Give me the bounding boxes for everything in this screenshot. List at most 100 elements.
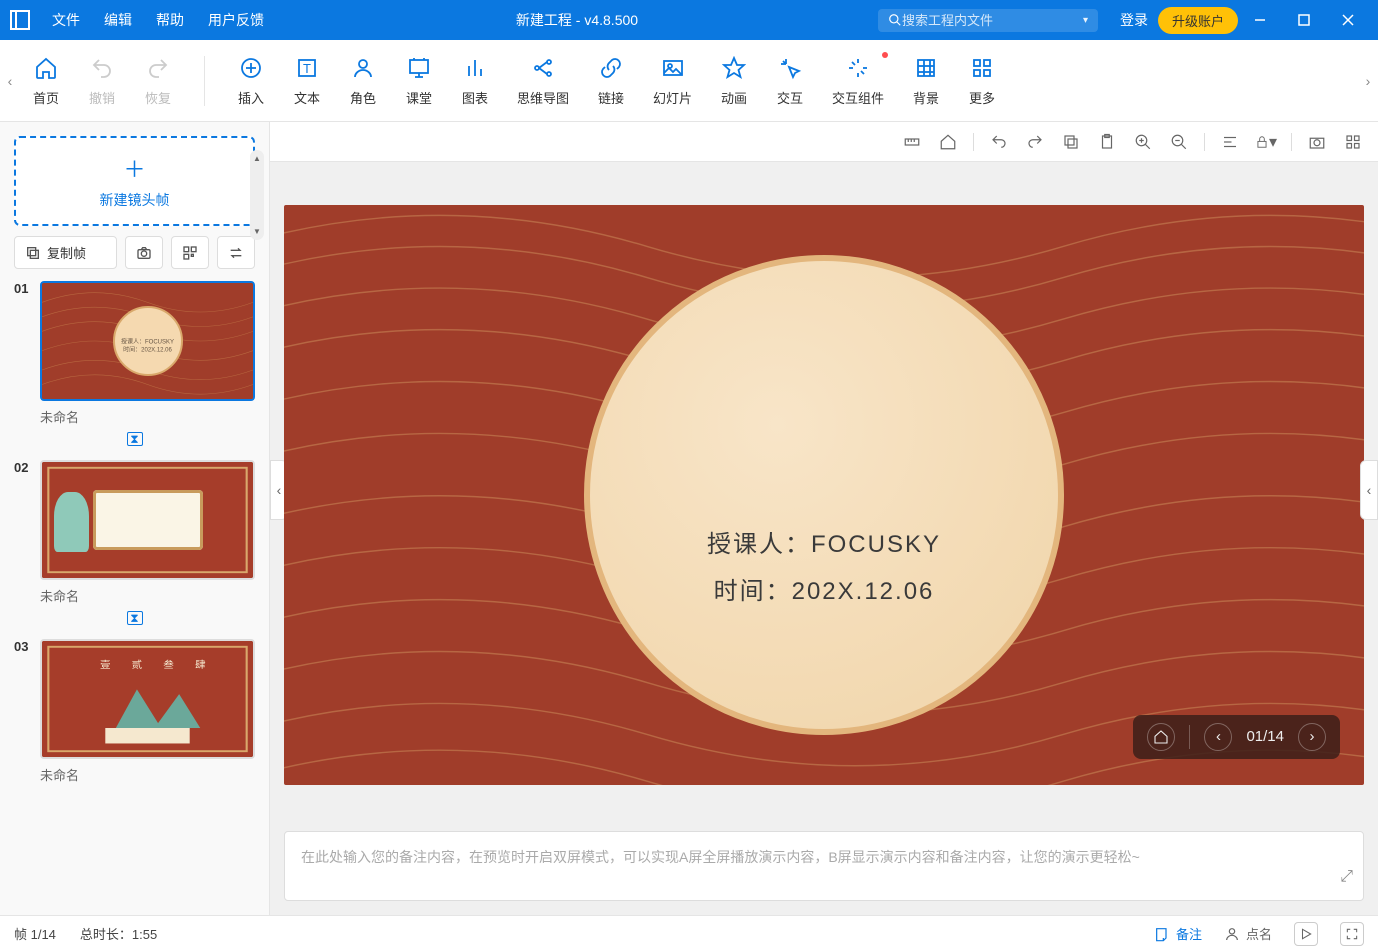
swap-icon bbox=[228, 245, 244, 261]
zoom-in-icon[interactable] bbox=[1132, 131, 1154, 153]
slide-thumbnail[interactable] bbox=[40, 460, 255, 580]
statusbar: 帧 1/14 总时长：1:55 备注 点名 bbox=[0, 915, 1378, 951]
paste-tool-icon[interactable] bbox=[1096, 131, 1118, 153]
tool-chart[interactable]: 图表 bbox=[461, 54, 489, 107]
slide-circle-content: 授课人：FOCUSKY 时间：202X.12.06 bbox=[584, 255, 1064, 735]
slide-label: 未命名 bbox=[40, 759, 255, 790]
ruler-icon[interactable] bbox=[901, 131, 923, 153]
slide-text-date: 时间：202X.12.06 bbox=[714, 571, 935, 606]
swap-button[interactable] bbox=[217, 236, 255, 269]
menu-file[interactable]: 文件 bbox=[40, 10, 92, 30]
copy-tool-icon[interactable] bbox=[1060, 131, 1082, 153]
tool-text[interactable]: T文本 bbox=[293, 54, 321, 107]
tool-animation[interactable]: 动画 bbox=[720, 54, 748, 107]
undo-icon bbox=[88, 54, 116, 82]
zoom-out-icon[interactable] bbox=[1168, 131, 1190, 153]
undo-tool-icon[interactable] bbox=[988, 131, 1010, 153]
canvas-slide[interactable]: 授课人：FOCUSKY 时间：202X.12.06 ‹ 01/14 › bbox=[284, 205, 1364, 785]
tool-interaction-label: 交互 bbox=[777, 88, 803, 107]
qr-icon bbox=[182, 245, 198, 261]
screenshot-icon[interactable] bbox=[1306, 131, 1328, 153]
notes-panel[interactable]: 在此处输入您的备注内容，在预览时开启双屏模式，可以实现A屏全屏播放演示内容，B屏… bbox=[284, 831, 1364, 901]
play-button[interactable] bbox=[1294, 922, 1318, 946]
nav-prev-button[interactable]: ‹ bbox=[1204, 723, 1232, 751]
tool-interaction-component[interactable]: 交互组件 bbox=[832, 54, 884, 107]
tool-home[interactable]: 首页 bbox=[32, 54, 60, 107]
window-close-button[interactable] bbox=[1326, 0, 1370, 40]
svg-text:叁: 叁 bbox=[163, 659, 174, 671]
tool-undo[interactable]: 撤销 bbox=[88, 54, 116, 107]
search-box[interactable]: ▾ bbox=[878, 9, 1098, 32]
plus-icon: ＋ bbox=[123, 152, 145, 184]
lock-icon[interactable]: ▾ bbox=[1255, 131, 1277, 153]
menu-help[interactable]: 帮助 bbox=[144, 10, 196, 30]
new-frame-button[interactable]: ＋ 新建镜头帧 bbox=[14, 136, 255, 226]
align-icon[interactable] bbox=[1219, 131, 1241, 153]
expand-right-panel[interactable]: ‹ bbox=[1360, 460, 1378, 520]
transition-icon[interactable]: ⧗ bbox=[14, 611, 255, 625]
toolbar-separator bbox=[973, 133, 974, 151]
camera-button[interactable] bbox=[125, 236, 163, 269]
tool-role[interactable]: 角色 bbox=[349, 54, 377, 107]
window-title: 新建工程 - v4.8.500 bbox=[276, 10, 878, 30]
ribbon-scroll-right[interactable]: › bbox=[1358, 40, 1378, 121]
notes-toggle-label: 备注 bbox=[1176, 924, 1202, 943]
tool-classroom[interactable]: 课堂 bbox=[405, 54, 433, 107]
sidebar-scrollbar[interactable]: ▲▼ bbox=[250, 150, 264, 240]
tool-link[interactable]: 链接 bbox=[597, 54, 625, 107]
copy-frame-button[interactable]: 复制帧 bbox=[14, 236, 117, 269]
roll-call-label: 点名 bbox=[1246, 924, 1272, 943]
canvas-viewport: ‹ bbox=[270, 162, 1378, 817]
expand-icon[interactable]: ⤢ bbox=[1340, 863, 1353, 890]
menu-edit[interactable]: 编辑 bbox=[92, 10, 144, 30]
tool-mindmap[interactable]: 思维导图 bbox=[517, 54, 569, 107]
redo-tool-icon[interactable] bbox=[1024, 131, 1046, 153]
tool-background-label: 背景 bbox=[913, 88, 939, 107]
layers-icon[interactable] bbox=[1342, 131, 1364, 153]
slide-thumbnail[interactable]: 授课人：FOCUSKY时间：202X.12.06 bbox=[40, 281, 255, 401]
window-minimize-button[interactable] bbox=[1238, 0, 1282, 40]
slide-nav-pill: ‹ 01/14 › bbox=[1133, 715, 1340, 759]
search-dropdown-icon[interactable]: ▾ bbox=[1083, 15, 1088, 26]
tool-mindmap-label: 思维导图 bbox=[517, 88, 569, 107]
slide-thumbnail[interactable]: 壹贰叁肆 bbox=[40, 639, 255, 759]
slide-label: 未命名 bbox=[40, 401, 255, 432]
tool-interaction[interactable]: 交互 bbox=[776, 54, 804, 107]
tool-background[interactable]: 背景 bbox=[912, 54, 940, 107]
tool-slide-label: 幻灯片 bbox=[653, 88, 692, 107]
ribbon-scroll-left[interactable]: ‹ bbox=[0, 40, 20, 121]
status-frame-counter: 帧 1/14 bbox=[14, 924, 56, 943]
notes-toggle-button[interactable]: 备注 bbox=[1154, 924, 1202, 943]
slide-label: 未命名 bbox=[40, 580, 255, 611]
tool-more[interactable]: 更多 bbox=[968, 54, 996, 107]
nav-home-button[interactable] bbox=[1147, 723, 1175, 751]
home-icon[interactable] bbox=[937, 131, 959, 153]
tool-redo[interactable]: 恢复 bbox=[144, 54, 172, 107]
slide-item-3[interactable]: 03 壹贰叁肆 未命名 bbox=[14, 639, 255, 790]
fullscreen-button[interactable] bbox=[1340, 922, 1364, 946]
slide-item-2[interactable]: 02 未命名 ⧗ bbox=[14, 460, 255, 625]
tool-text-label: 文本 bbox=[294, 88, 320, 107]
ribbon-toolbar: ‹ 首页 撤销 恢复 插入 T文本 角色 课堂 图表 思维导图 链接 幻灯片 动… bbox=[0, 40, 1378, 122]
grid-icon bbox=[968, 54, 996, 82]
login-button[interactable]: 登录 bbox=[1120, 10, 1148, 30]
search-input[interactable] bbox=[902, 13, 1083, 28]
board-icon bbox=[405, 54, 433, 82]
menu-feedback[interactable]: 用户反馈 bbox=[196, 10, 276, 30]
window-maximize-button[interactable] bbox=[1282, 0, 1326, 40]
main-area: ＋ 新建镜头帧 ▲▼ 复制帧 01 授课 bbox=[0, 122, 1378, 915]
slide-number: 01 bbox=[14, 281, 32, 296]
transition-icon[interactable]: ⧗ bbox=[14, 432, 255, 446]
nav-next-button[interactable]: › bbox=[1298, 723, 1326, 751]
star-icon bbox=[720, 54, 748, 82]
qr-button[interactable] bbox=[171, 236, 209, 269]
tool-home-label: 首页 bbox=[33, 88, 59, 107]
slide-item-1[interactable]: 01 授课人：FOCUSKY时间：202X.12.06 未命名 ⧗ bbox=[14, 281, 255, 446]
upgrade-button[interactable]: 升级账户 bbox=[1158, 7, 1238, 34]
roll-call-button[interactable]: 点名 bbox=[1224, 924, 1272, 943]
tool-slide[interactable]: 幻灯片 bbox=[653, 54, 692, 107]
tool-insert[interactable]: 插入 bbox=[237, 54, 265, 107]
slide-text-instructor: 授课人：FOCUSKY bbox=[707, 524, 941, 559]
image-icon bbox=[659, 54, 687, 82]
tool-more-label: 更多 bbox=[969, 88, 995, 107]
